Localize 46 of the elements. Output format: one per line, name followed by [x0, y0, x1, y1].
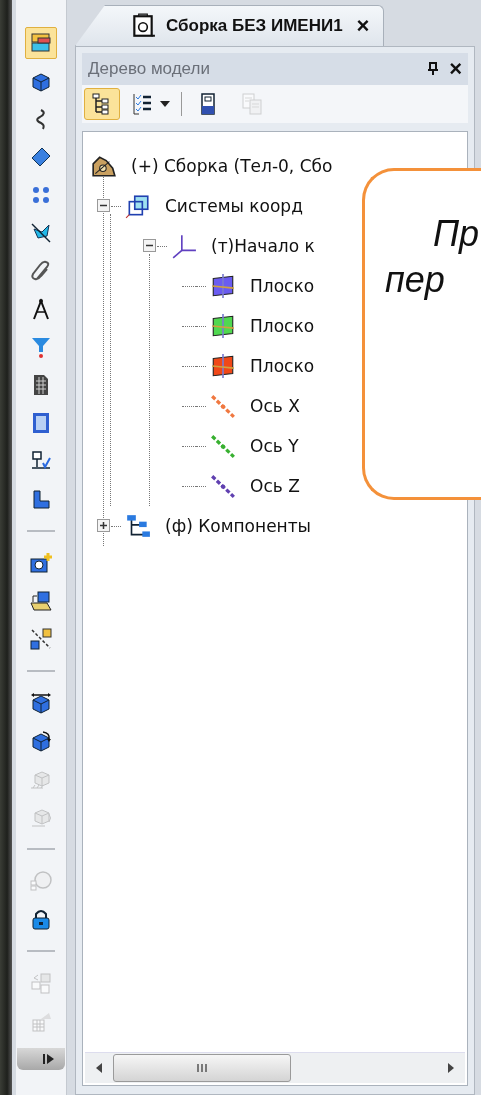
- expand-icon[interactable]: [97, 519, 110, 532]
- panel-title: Дерево модели: [88, 59, 211, 79]
- tree-item-label[interactable]: Ось Z: [250, 476, 300, 496]
- collapse-icon[interactable]: [97, 199, 110, 212]
- lock-icon: [29, 907, 53, 931]
- tree-item-label[interactable]: Плоско: [250, 276, 315, 296]
- assembly-icon: [91, 153, 117, 179]
- cube-arrow-icon: [29, 691, 53, 715]
- more-tools-button[interactable]: [17, 1048, 65, 1070]
- camera-plus-icon: [29, 551, 53, 575]
- expand-icon: [43, 1053, 55, 1065]
- horizontal-scrollbar[interactable]: [85, 1052, 465, 1083]
- tree-item-label[interactable]: Ось X: [250, 396, 300, 416]
- scroll-right-icon[interactable]: [447, 1062, 455, 1074]
- close-button[interactable]: ×: [356, 13, 370, 39]
- blocks-icon: [29, 31, 53, 55]
- tree-item-label[interactable]: Системы коорд: [165, 196, 303, 216]
- caret-icon: [160, 101, 170, 107]
- tree-item-label[interactable]: (т)Начало к: [211, 236, 315, 256]
- tree-item-label[interactable]: Плоско: [250, 356, 315, 376]
- tab-title: Сборка БЕЗ ИМЕНИ1: [166, 16, 343, 36]
- tree-item-label[interactable]: Ось Y: [250, 436, 299, 456]
- tree-item-label[interactable]: (ф) Компоненты: [165, 516, 312, 536]
- copy-icon: [29, 971, 53, 995]
- scroll-thumb[interactable]: [113, 1054, 291, 1082]
- diamond-icon: [29, 145, 53, 169]
- assembly-document-icon: [130, 13, 156, 39]
- diagonal-icon: [29, 627, 53, 651]
- component-tree-icon: [125, 513, 151, 539]
- cube-outline-icon: [125, 193, 151, 219]
- copy-document-icon: [240, 92, 264, 116]
- document-tab[interactable]: Сборка БЕЗ ИМЕНИ1 ×: [75, 5, 385, 46]
- funnel-icon: [29, 335, 53, 359]
- tree-item-label[interactable]: (+) Сборка (Тел-0, Сбо: [131, 156, 333, 176]
- circle-icon: [29, 869, 53, 893]
- grip-icon: [196, 1063, 208, 1073]
- cube-rotate-icon: [29, 729, 53, 753]
- collapse-icon[interactable]: [143, 239, 156, 252]
- callout-text: пер: [384, 258, 446, 302]
- folder-cube-icon: [29, 589, 53, 613]
- scroll-left-icon[interactable]: [95, 1062, 103, 1074]
- tree-item-label[interactable]: Плоско: [250, 316, 315, 336]
- toolbar-button[interactable]: [84, 88, 120, 120]
- axes-icon: [171, 233, 197, 259]
- close-button[interactable]: ×: [449, 56, 462, 82]
- callout-text: Пр: [432, 212, 481, 256]
